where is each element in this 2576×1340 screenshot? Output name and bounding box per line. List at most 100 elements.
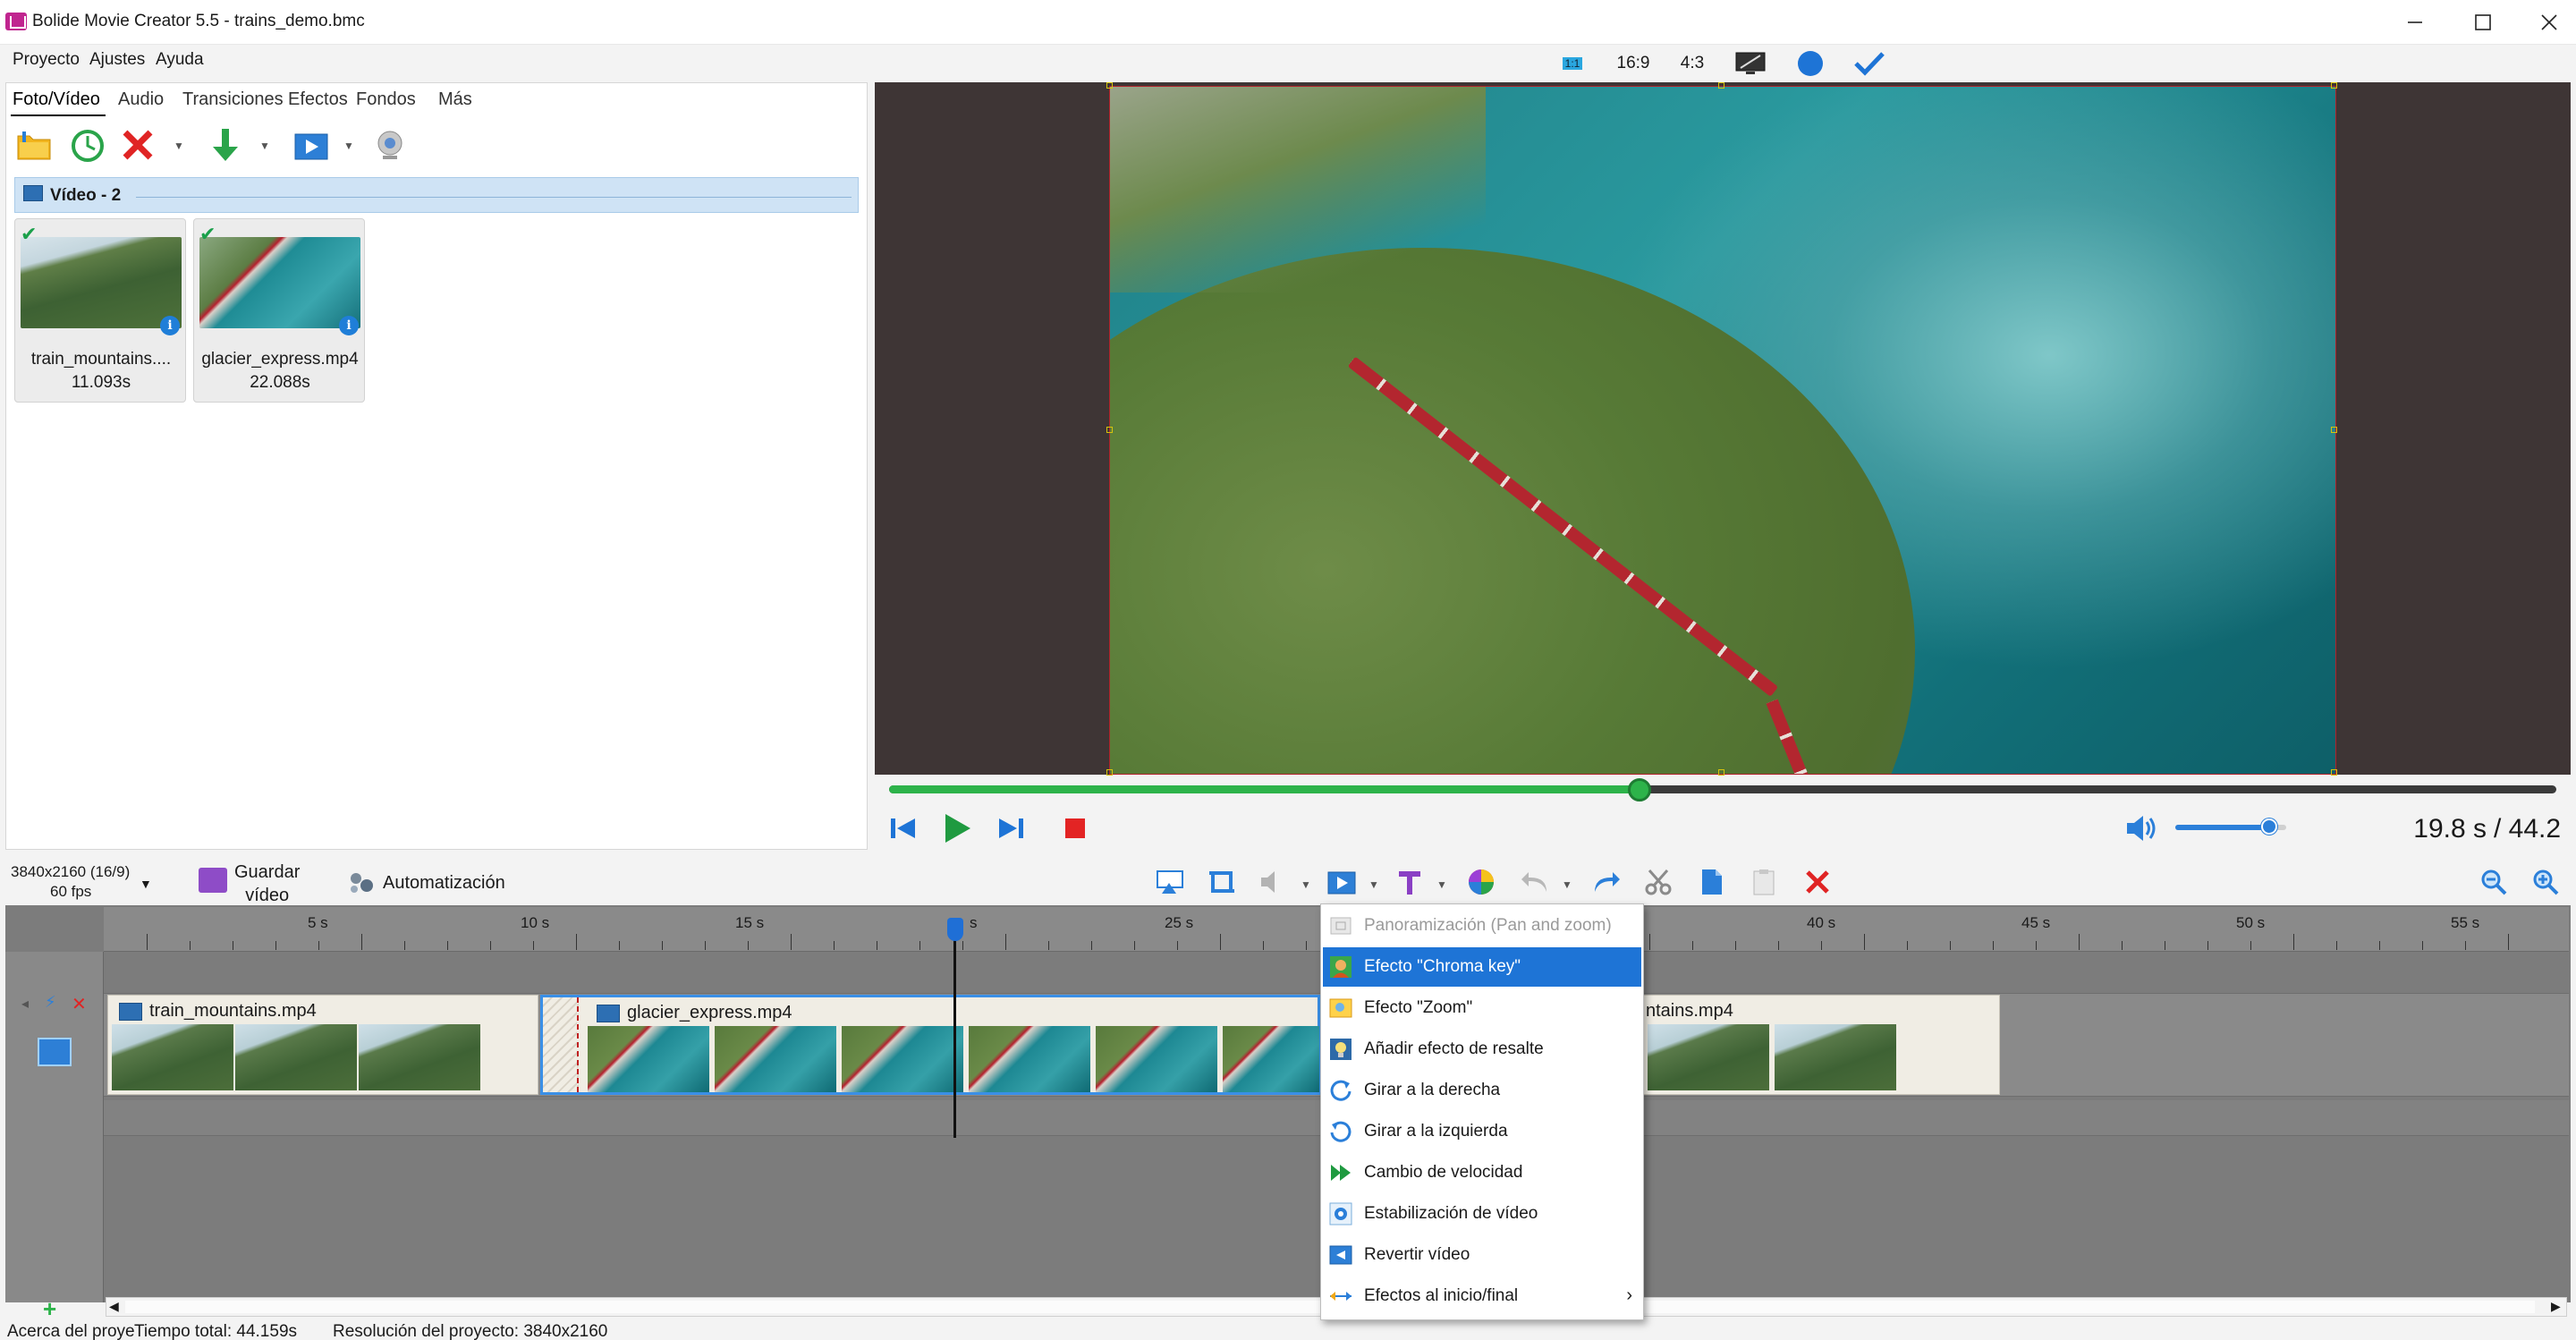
add-track-icon[interactable]: + <box>43 1295 56 1323</box>
text-button[interactable] <box>1392 862 1428 902</box>
resize-handle[interactable] <box>1718 82 1724 89</box>
stop-button[interactable] <box>1057 810 1093 846</box>
copy-button[interactable] <box>1694 862 1730 902</box>
media-clip-card[interactable]: ✔ i glacier_express.mp4 22.088s <box>193 218 365 403</box>
menu-item-highlight[interactable]: Añadir efecto de resalte <box>1323 1030 1641 1069</box>
menu-item-fade-effects[interactable]: Efectos al inicio/final › <box>1323 1276 1641 1316</box>
menu-item-rotate-left[interactable]: Girar a la izquierda <box>1323 1112 1641 1151</box>
video-effects-menu-button[interactable] <box>1324 862 1360 902</box>
menu-item-pan-zoom[interactable]: Panoramización (Pan and zoom) <box>1323 906 1641 946</box>
play-button[interactable] <box>939 810 975 846</box>
effects-dropdown-caret[interactable]: ▼ <box>1368 878 1379 891</box>
menu-item-zoom-effect[interactable]: Efecto "Zoom" <box>1323 988 1641 1028</box>
aspect-4-3-button[interactable]: 4:3 <box>1673 52 1712 75</box>
minimize-button[interactable] <box>2383 0 2447 45</box>
zoom-in-button[interactable] <box>2528 862 2563 902</box>
skip-forward-icon <box>999 818 1023 838</box>
resolution-dropdown-icon[interactable]: ▼ <box>140 877 152 891</box>
crop-button[interactable] <box>1204 862 1240 902</box>
split-screen-button[interactable] <box>1152 862 1188 902</box>
resize-handle[interactable] <box>1106 427 1113 433</box>
menu-item-chroma-key[interactable]: Efecto "Chroma key" <box>1323 947 1641 987</box>
media-group-header[interactable] <box>14 177 859 213</box>
next-frame-button[interactable] <box>993 810 1029 846</box>
maximize-button[interactable] <box>2451 0 2515 45</box>
tab-transiciones[interactable]: Transiciones <box>182 89 284 110</box>
video-effects-button[interactable] <box>292 125 331 165</box>
tab-fondos[interactable]: Fondos <box>356 89 416 110</box>
add-dropdown-caret[interactable]: ▼ <box>259 140 270 152</box>
aspect-1-1-button[interactable]: 1:1 <box>1558 52 1587 75</box>
resize-handle[interactable] <box>1106 82 1113 89</box>
menu-ajustes[interactable]: Ajustes <box>89 50 145 70</box>
volume-button[interactable] <box>2123 812 2159 844</box>
track-prev-icon[interactable]: ◂ <box>21 995 29 1013</box>
menu-ayuda[interactable]: Ayuda <box>156 50 204 70</box>
volume-handle[interactable] <box>2261 818 2278 835</box>
add-media-button[interactable] <box>206 125 245 165</box>
media-clip-card[interactable]: ✔ i train_mountains.... 11.093s <box>14 218 186 403</box>
resize-handle[interactable] <box>1718 769 1724 776</box>
track-delete-icon[interactable]: ✕ <box>72 993 87 1015</box>
scroll-right-icon[interactable]: ▶ <box>2551 1299 2561 1314</box>
recent-button[interactable] <box>68 125 107 165</box>
timeline-clip[interactable]: ntains.mp4 <box>1644 995 2000 1095</box>
timeline-clip-selected[interactable]: glacier_express.mp4 <box>540 995 1320 1095</box>
resize-handle[interactable] <box>2331 427 2337 433</box>
tab-efectos[interactable]: Efectos <box>288 89 348 110</box>
paste-button[interactable] <box>1746 862 1782 902</box>
delete-media-button[interactable] <box>118 125 157 165</box>
undo-button[interactable] <box>1517 862 1553 902</box>
playhead-handle[interactable] <box>947 918 963 941</box>
zoom-out-button[interactable] <box>2476 862 2512 902</box>
menu-item-speed[interactable]: Cambio de velocidad <box>1323 1153 1641 1192</box>
menu-item-reverse[interactable]: Revertir vídeo <box>1323 1235 1641 1275</box>
project-resolution[interactable]: 3840x2160 (16/9) 60 fps <box>11 862 130 902</box>
zoom-effect-icon <box>1328 996 1353 1021</box>
scroll-left-icon[interactable]: ◀ <box>109 1299 119 1314</box>
automation-button[interactable]: Automatización <box>383 873 505 894</box>
resize-handle[interactable] <box>1106 769 1113 776</box>
fullscreen-button[interactable] <box>1733 52 1767 75</box>
undo-dropdown-caret[interactable]: ▼ <box>1562 878 1572 891</box>
delete-clip-button[interactable] <box>1800 862 1835 902</box>
resize-handle[interactable] <box>2331 769 2337 776</box>
menu-item-rotate-right[interactable]: Girar a la derecha <box>1323 1071 1641 1110</box>
info-icon[interactable]: i <box>160 316 180 335</box>
open-folder-button[interactable] <box>14 125 54 165</box>
tab-audio[interactable]: Audio <box>118 89 164 110</box>
info-icon[interactable]: i <box>339 316 359 335</box>
color-correction-button[interactable] <box>1463 862 1499 902</box>
save-video-icon[interactable] <box>199 868 227 893</box>
text-dropdown-caret[interactable]: ▼ <box>1436 878 1447 891</box>
status-about[interactable]: Acerca del proye <box>7 1322 135 1340</box>
resize-handle[interactable] <box>2331 82 2337 89</box>
playhead[interactable] <box>953 921 956 1138</box>
video-effects-caret[interactable]: ▼ <box>343 140 354 152</box>
delete-dropdown-caret[interactable]: ▼ <box>174 140 184 152</box>
tab-mas[interactable]: Más <box>438 89 472 110</box>
automation-icon[interactable] <box>347 869 376 895</box>
apply-button[interactable] <box>1852 52 1887 76</box>
cut-button[interactable] <box>1640 862 1676 902</box>
save-video-button[interactable]: Guardar vídeo <box>234 861 300 907</box>
ruler-label: 5 s <box>308 914 328 931</box>
menu-item-label: Efectos al inicio/final <box>1364 1286 1519 1305</box>
transition-marker[interactable] <box>543 997 579 1092</box>
timeline-clip[interactable]: train_mountains.mp4 <box>107 995 538 1095</box>
redo-button[interactable] <box>1589 862 1624 902</box>
mute-button[interactable] <box>1256 862 1292 902</box>
aspect-16-9-button[interactable]: 16:9 <box>1610 52 1657 75</box>
seek-handle[interactable] <box>1627 778 1651 801</box>
background-color-button[interactable] <box>1794 51 1826 76</box>
reverse-icon <box>1328 1242 1353 1268</box>
video-preview[interactable] <box>1109 86 2336 775</box>
previous-frame-button[interactable] <box>886 810 921 846</box>
webcam-button[interactable] <box>370 125 410 165</box>
menu-proyecto[interactable]: Proyecto <box>13 50 80 70</box>
mute-dropdown-caret[interactable]: ▼ <box>1301 878 1311 891</box>
close-window-button[interactable] <box>2517 0 2576 45</box>
menu-item-stabilize[interactable]: Estabilización de vídeo <box>1323 1194 1641 1234</box>
tab-foto-video[interactable]: Foto/Vídeo <box>13 89 100 110</box>
track-link-icon[interactable]: ⚡ <box>45 993 56 1012</box>
